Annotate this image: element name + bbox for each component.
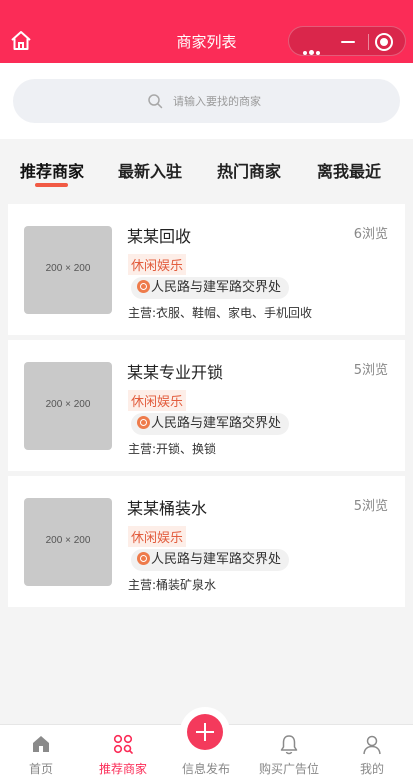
capsule-divider [368, 34, 369, 50]
nav-buy-ad[interactable]: 购买广告位 [248, 725, 330, 778]
merchant-card[interactable]: 200 × 200 某某回收 6浏览 休闲娱乐 人民路与建军路交界处 主营:衣服… [8, 204, 405, 335]
main-business: 主营:衣服、鞋帽、家电、手机回收 [128, 306, 313, 320]
search-section: 请输入要找的商家 [0, 63, 413, 139]
address-text: 人民路与建军路交界处 [151, 552, 282, 567]
publish-button[interactable] [180, 707, 230, 757]
address-chip[interactable]: 人民路与建军路交界处 [131, 549, 290, 571]
tab-nearest[interactable]: 离我最近 [317, 158, 381, 182]
tab-popular[interactable]: 热门商家 [217, 158, 281, 182]
target-close-icon[interactable] [375, 33, 393, 51]
merchant-card[interactable]: 200 × 200 某某桶装水 5浏览 休闲娱乐 人民路与建军路交界处 主营:桶… [8, 476, 405, 607]
header-bar: 商家列表 [0, 0, 413, 63]
mini-program-capsule [288, 26, 406, 56]
user-icon [363, 735, 381, 755]
search-input[interactable]: 请输入要找的商家 [13, 79, 400, 123]
active-tab-indicator [35, 183, 68, 187]
merchant-image: 200 × 200 [24, 362, 112, 450]
nav-home[interactable]: 首页 [0, 725, 82, 778]
nav-mine[interactable]: 我的 [331, 725, 413, 778]
nav-label: 推荐商家 [98, 762, 147, 776]
nav-label: 首页 [28, 762, 53, 776]
home-icon [33, 736, 49, 752]
tab-recommended[interactable]: 推荐商家 [20, 158, 84, 182]
image-placeholder-text: 200 × 200 [45, 399, 91, 410]
category-tag: 休闲娱乐 [128, 254, 187, 275]
category-tag: 休闲娱乐 [128, 526, 187, 547]
merchant-image: 200 × 200 [24, 226, 112, 314]
view-count: 6浏览 [353, 227, 388, 242]
location-pin-icon [137, 416, 150, 429]
tab-newest[interactable]: 最新入驻 [118, 158, 182, 182]
nav-label: 信息发布 [181, 762, 230, 776]
more-dots-icon[interactable] [303, 40, 322, 59]
address-text: 人民路与建军路交界处 [151, 416, 282, 431]
nav-merchants[interactable]: 推荐商家 [82, 725, 164, 778]
nav-label: 购买广告位 [258, 762, 319, 776]
image-placeholder-text: 200 × 200 [45, 263, 91, 274]
address-chip[interactable]: 人民路与建军路交界处 [131, 277, 290, 299]
view-count: 5浏览 [353, 363, 388, 378]
merchant-name: 某某专业开锁 [127, 363, 224, 382]
main-business: 主营:桶装矿泉水 [128, 578, 217, 592]
merchant-name: 某某桶装水 [127, 499, 208, 518]
location-pin-icon [137, 280, 150, 293]
view-count: 5浏览 [353, 499, 388, 514]
merchant-name: 某某回收 [127, 227, 192, 246]
nav-label: 我的 [359, 762, 384, 776]
category-tabs: 推荐商家 最新入驻 热门商家 离我最近 [0, 139, 413, 194]
merchant-card[interactable]: 200 × 200 某某专业开锁 5浏览 休闲娱乐 人民路与建军路交界处 主营:… [8, 340, 405, 471]
category-tag: 休闲娱乐 [128, 390, 187, 411]
address-text: 人民路与建军路交界处 [151, 280, 282, 295]
image-placeholder-text: 200 × 200 [45, 535, 91, 546]
search-placeholder: 请输入要找的商家 [173, 95, 261, 108]
address-chip[interactable]: 人民路与建军路交界处 [131, 413, 290, 435]
minimize-icon[interactable] [341, 41, 355, 43]
bell-icon [280, 735, 298, 755]
merchant-image: 200 × 200 [24, 498, 112, 586]
search-icon [148, 94, 163, 109]
plus-icon [187, 714, 223, 750]
main-business: 主营:开锁、换锁 [128, 442, 217, 456]
location-pin-icon [137, 552, 150, 565]
merchants-icon [113, 734, 133, 754]
